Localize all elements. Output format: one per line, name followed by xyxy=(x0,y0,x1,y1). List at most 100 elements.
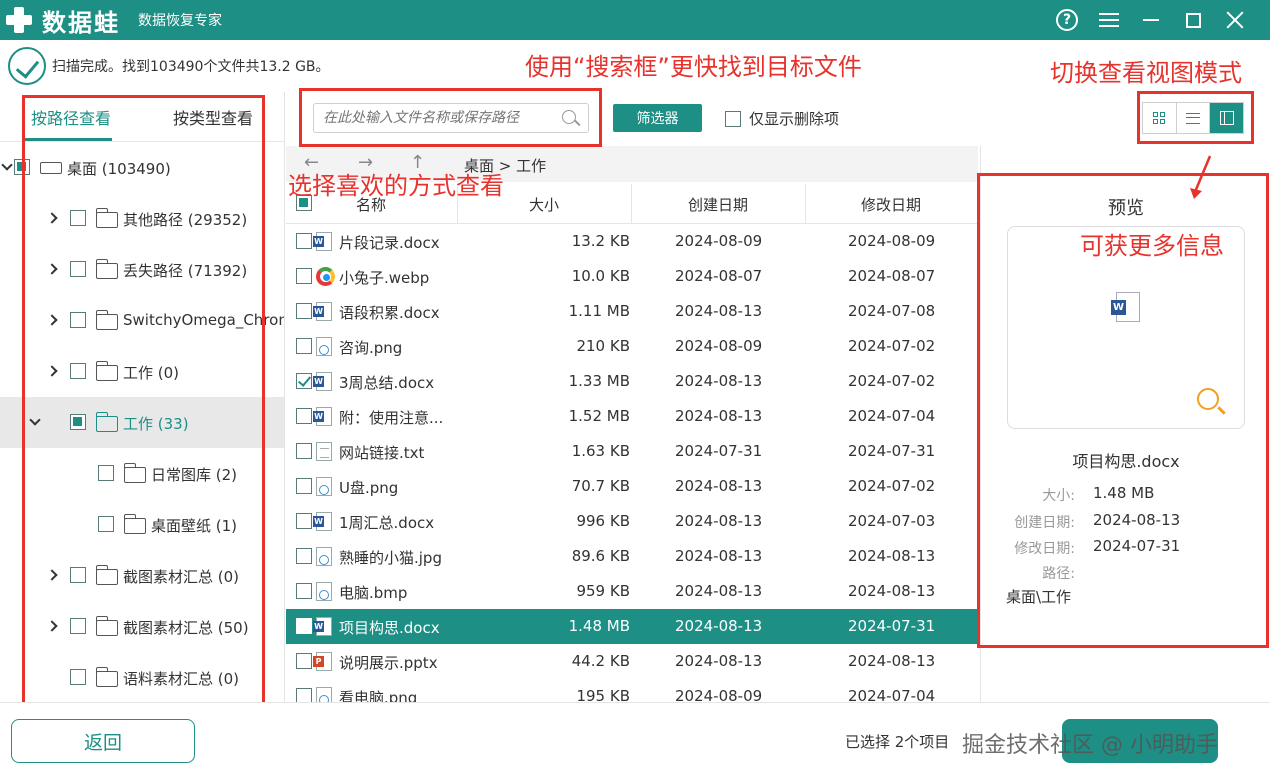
png-file-icon xyxy=(316,477,332,496)
file-size: 1.52 MB xyxy=(568,407,630,425)
file-row[interactable]: U盘.png 70.7 KB 2024-08-13 2024-07-02 xyxy=(286,469,978,504)
file-size: 195 KB xyxy=(576,687,630,702)
file-row[interactable]: 说明展示.pptx 44.2 KB 2024-08-13 2024-08-13 xyxy=(286,644,978,679)
docx-file-icon xyxy=(313,407,332,426)
file-created: 2024-08-09 xyxy=(675,337,763,355)
file-row-checkbox[interactable] xyxy=(296,408,312,424)
menu-icon xyxy=(1099,13,1119,27)
file-list: 名称 大小 创建日期 修改日期 片段记录.docx13.2 KB2024-08-… xyxy=(286,184,978,702)
file-size: 1.11 MB xyxy=(568,302,630,320)
file-modified: 2024-08-09 xyxy=(848,232,936,250)
file-name: U盘.png xyxy=(339,479,399,497)
file-row[interactable]: 项目构思.docx 1.48 MB 2024-08-13 2024-07-31 xyxy=(286,609,978,644)
file-row[interactable]: 看电脑.png 195 KB 2024-08-09 2024-07-04 xyxy=(286,679,978,702)
file-row-checkbox[interactable] xyxy=(296,303,312,319)
selected-count: 已选择 2个项目 xyxy=(845,733,950,751)
app-subtitle: 数据恢复专家 xyxy=(138,13,222,29)
file-modified: 2024-07-08 xyxy=(848,302,936,320)
docx-file-icon xyxy=(313,302,332,321)
docx-file-icon xyxy=(313,617,332,636)
docx-file-icon xyxy=(313,372,332,391)
deleted-only-toggle[interactable]: 仅显示删除项 xyxy=(725,108,839,129)
bottom-bar: 返回 已选择 2个项目 掘金技术社区 @ 小明助手 xyxy=(0,702,1270,776)
file-row-checkbox[interactable] xyxy=(296,268,312,284)
file-row-checkbox[interactable] xyxy=(296,478,312,494)
close-icon xyxy=(1226,11,1244,29)
txt-file-icon xyxy=(316,442,332,461)
file-modified: 2024-07-04 xyxy=(848,407,936,425)
file-size: 44.2 KB xyxy=(571,652,630,670)
file-size: 13.2 KB xyxy=(571,232,630,250)
file-size: 996 KB xyxy=(576,512,630,530)
file-row[interactable]: 片段记录.docx 13.2 KB 2024-08-09 2024-08-09 xyxy=(286,224,978,259)
annotation-arrow-head xyxy=(1190,188,1202,199)
file-created: 2024-08-13 xyxy=(675,372,763,390)
file-row-checkbox[interactable] xyxy=(296,583,312,599)
pptx-file-icon xyxy=(313,652,332,671)
file-row[interactable]: 咨询.png 210 KB 2024-08-09 2024-07-02 xyxy=(286,329,978,364)
file-name: 咨询.png xyxy=(339,339,403,357)
file-created: 2024-08-13 xyxy=(675,477,763,495)
file-row[interactable]: 附：使用注意... 1.52 MB 2024-08-13 2024-07-04 xyxy=(286,399,978,434)
annotation-box-search xyxy=(299,88,602,147)
annotation-tree: 选择喜欢的方式查看 xyxy=(288,172,504,200)
file-size: 959 KB xyxy=(576,582,630,600)
file-row-checkbox[interactable] xyxy=(296,233,312,249)
file-row-checkbox[interactable] xyxy=(296,688,312,702)
file-row-checkbox[interactable] xyxy=(296,373,312,389)
file-modified: 2024-07-03 xyxy=(848,512,936,530)
file-row-checkbox[interactable] xyxy=(296,618,312,634)
file-name: 语段积累.docx xyxy=(339,304,440,322)
file-created: 2024-08-13 xyxy=(675,407,763,425)
annotation-search: 使用“搜索框”更快找到目标文件 xyxy=(525,53,862,81)
watermark: 掘金技术社区 @ 小明助手 xyxy=(962,733,1218,758)
chevron-down-icon[interactable] xyxy=(1,159,13,171)
file-row-checkbox[interactable] xyxy=(296,443,312,459)
menu-button[interactable] xyxy=(1088,0,1130,40)
file-name: 项目构思.docx xyxy=(339,619,440,637)
column-size[interactable]: 大小 xyxy=(529,194,559,215)
file-name: 片段记录.docx xyxy=(339,234,440,252)
file-name: 看电脑.png xyxy=(339,689,418,702)
file-row[interactable]: 熟睡的小猫.jpg 89.6 KB 2024-08-13 2024-08-13 xyxy=(286,539,978,574)
medical-cross-icon xyxy=(4,5,34,35)
check-circle-icon xyxy=(8,47,46,85)
file-row[interactable]: 1周汇总.docx 996 KB 2024-08-13 2024-07-03 xyxy=(286,504,978,539)
webp-file-icon xyxy=(316,267,335,286)
file-modified: 2024-07-31 xyxy=(848,442,936,460)
file-modified: 2024-07-04 xyxy=(848,687,936,702)
file-created: 2024-08-13 xyxy=(675,547,763,565)
annotation-box-tree xyxy=(22,95,265,707)
png-file-icon xyxy=(316,337,332,356)
back-button[interactable]: 返回 xyxy=(11,719,195,763)
file-row[interactable]: 3周总结.docx 1.33 MB 2024-08-13 2024-07-02 xyxy=(286,364,978,399)
column-modified[interactable]: 修改日期 xyxy=(861,194,921,215)
file-modified: 2024-08-13 xyxy=(848,652,936,670)
file-modified: 2024-07-02 xyxy=(848,337,936,355)
close-button[interactable] xyxy=(1214,0,1256,40)
app-window: 数据蛙 数据恢复专家 ? 扫描完成。找到103490个文件共13.2 GB。 使… xyxy=(0,0,1270,776)
file-name: 电脑.bmp xyxy=(339,584,408,602)
file-row-checkbox[interactable] xyxy=(296,338,312,354)
file-name: 1周汇总.docx xyxy=(339,514,435,532)
file-created: 2024-08-13 xyxy=(675,582,763,600)
deleted-only-label: 仅显示删除项 xyxy=(749,110,840,128)
window-controls: ? xyxy=(1046,0,1256,40)
file-row-checkbox[interactable] xyxy=(296,653,312,669)
maximize-button[interactable] xyxy=(1172,0,1214,40)
file-row[interactable]: 电脑.bmp 959 KB 2024-08-13 2024-08-13 xyxy=(286,574,978,609)
title-bar: 数据蛙 数据恢复专家 ? xyxy=(0,0,1270,40)
file-created: 2024-08-13 xyxy=(675,617,763,635)
file-row[interactable]: 网站链接.txt 1.63 KB 2024-07-31 2024-07-31 xyxy=(286,434,978,469)
file-row-checkbox[interactable] xyxy=(296,548,312,564)
file-row-checkbox[interactable] xyxy=(296,513,312,529)
deleted-only-checkbox[interactable] xyxy=(725,110,741,127)
help-button[interactable]: ? xyxy=(1046,0,1088,40)
file-row[interactable]: 语段积累.docx 1.11 MB 2024-08-13 2024-07-08 xyxy=(286,294,978,329)
column-created[interactable]: 创建日期 xyxy=(688,194,748,215)
file-row[interactable]: 小兔子.webp 10.0 KB 2024-08-07 2024-08-07 xyxy=(286,259,978,294)
file-name: 3周总结.docx xyxy=(339,374,435,392)
filter-button[interactable]: 筛选器 xyxy=(613,104,702,132)
annotation-arrow xyxy=(1190,155,1212,199)
minimize-button[interactable] xyxy=(1130,0,1172,40)
